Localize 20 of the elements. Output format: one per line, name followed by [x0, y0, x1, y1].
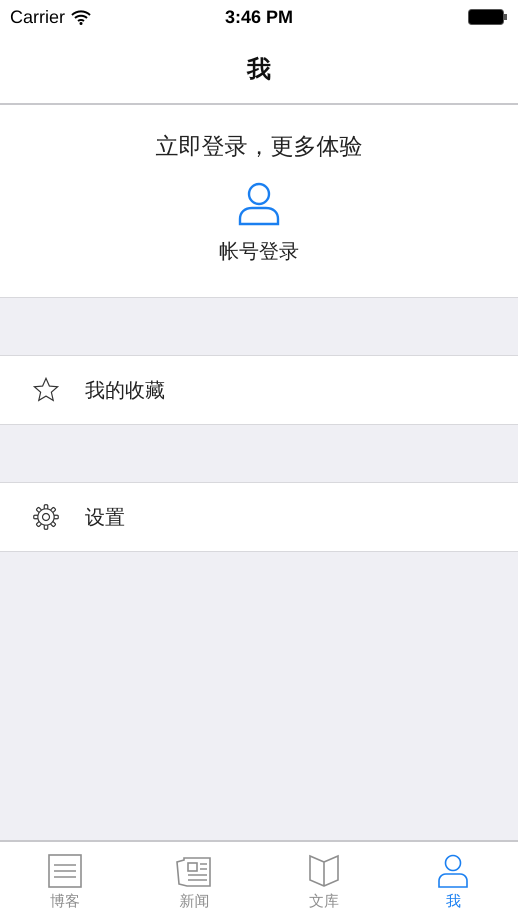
person-icon	[437, 854, 470, 888]
login-headline: 立即登录，更多体验	[156, 133, 362, 162]
book-icon	[306, 854, 341, 888]
tab[interactable]: 博客	[0, 842, 130, 920]
newspaper-icon	[176, 854, 212, 888]
account-login-link[interactable]: 帐号登录	[219, 238, 299, 265]
tab[interactable]: 新闻	[130, 842, 259, 920]
person-icon	[238, 182, 280, 226]
star-icon	[32, 376, 60, 404]
status-time: 3:46 PM	[224, 6, 294, 28]
list-icon	[48, 854, 82, 888]
tab[interactable]: 文库	[259, 842, 388, 920]
menu-item[interactable]: 我的收藏	[0, 355, 518, 425]
settings-icon	[32, 503, 60, 531]
battery-icon	[468, 9, 508, 25]
wifi-icon	[71, 10, 92, 24]
carrier-name: Carrier	[10, 6, 66, 28]
menu-item[interactable]: 设置	[0, 482, 518, 552]
page-title: 我	[247, 54, 271, 84]
tab[interactable]: 我	[388, 842, 518, 920]
